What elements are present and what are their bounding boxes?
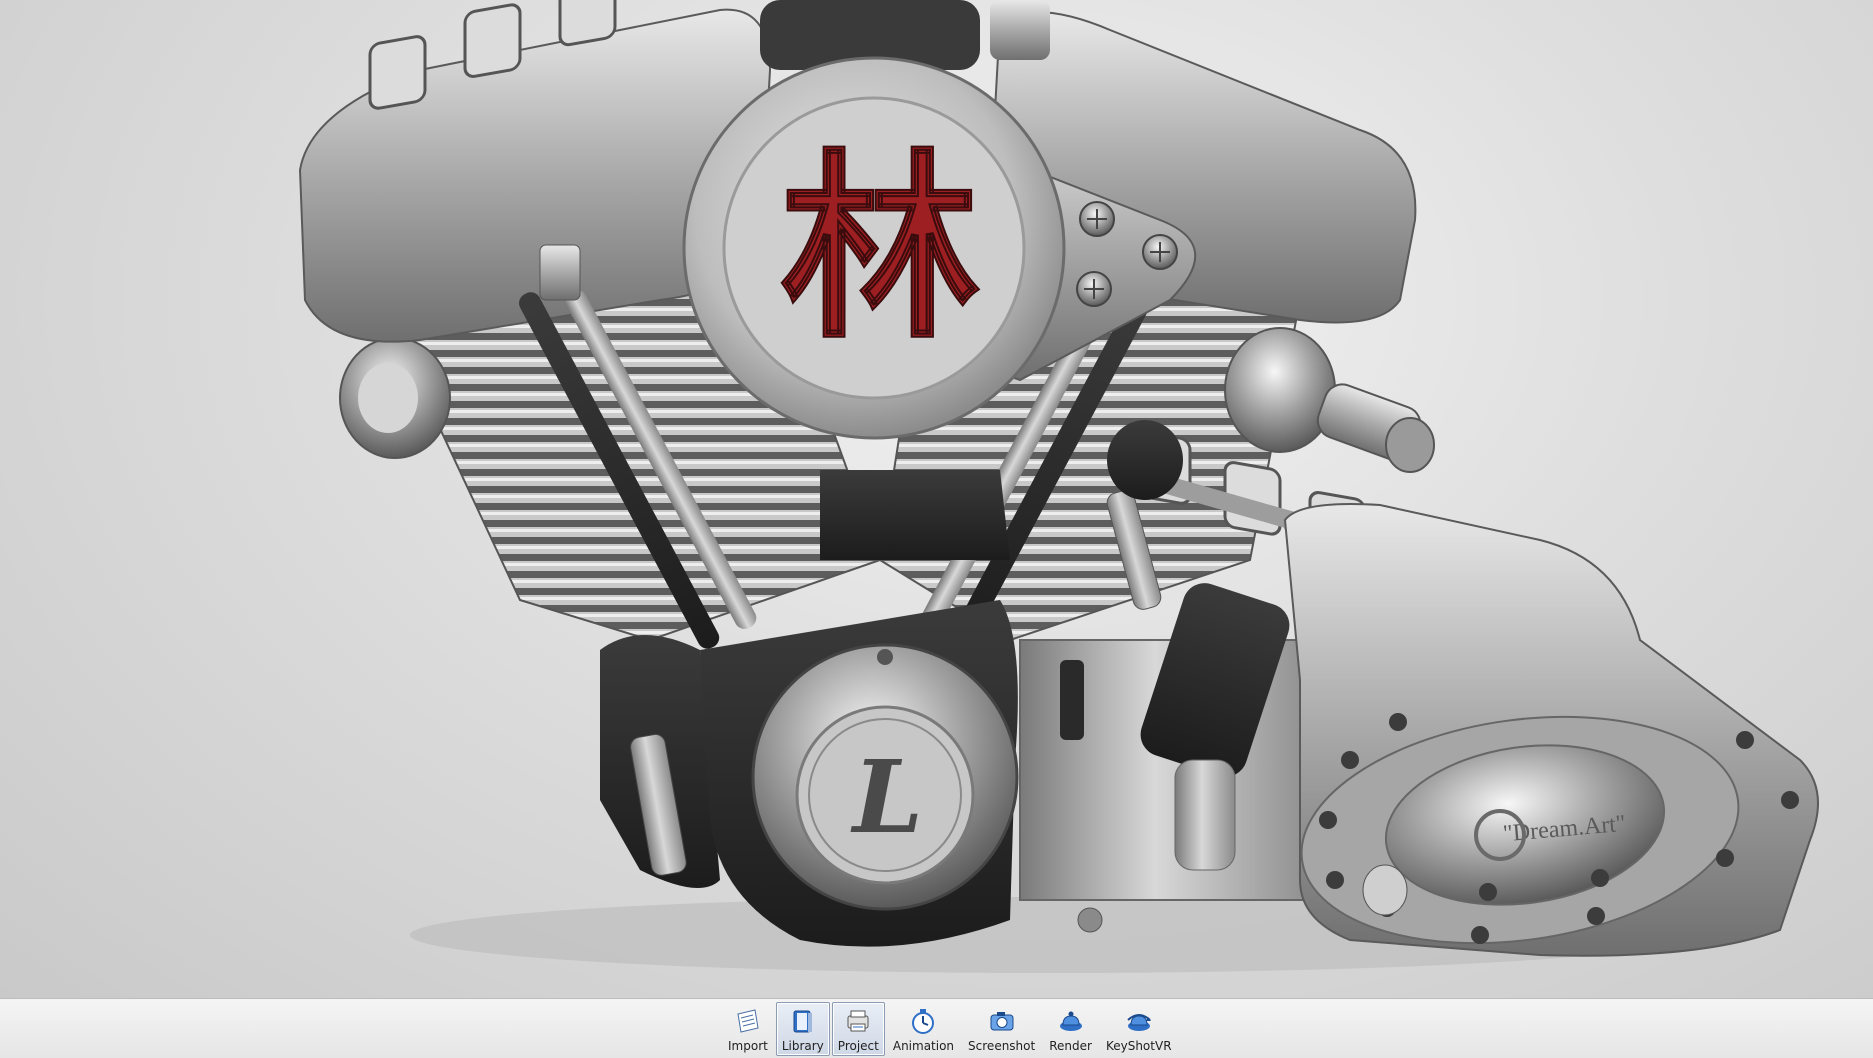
toolbar-button-screenshot[interactable]: Screenshot <box>962 1002 1041 1056</box>
keyshotvr-icon <box>1124 1006 1154 1036</box>
toolbar-button-render[interactable]: Render <box>1043 1002 1098 1056</box>
library-icon <box>788 1006 818 1036</box>
emblem-glyph: 林 <box>780 133 980 366</box>
toolbar-button-project[interactable]: Project <box>831 1002 885 1056</box>
animation-icon <box>908 1006 938 1036</box>
screenshot-icon <box>987 1006 1017 1036</box>
toolbar-button-label: Import <box>728 1039 768 1053</box>
project-icon <box>843 1006 873 1036</box>
toolbar-button-label: Render <box>1049 1039 1092 1053</box>
engine-render: 林 L "Dream.Art" <box>298 0 1819 973</box>
toolbar-button-group: Import Library Project Animation Screenshot R… <box>722 1002 1178 1056</box>
toolbar-button-label: Animation <box>892 1039 955 1053</box>
toolbar-button-label: Library <box>781 1039 824 1053</box>
air-cleaner-cover: 林 <box>682 56 1066 440</box>
toolbar-button-label: Screenshot <box>968 1039 1036 1053</box>
toolbar-button-animation[interactable]: Animation <box>887 1002 960 1056</box>
timer-cover: L <box>751 643 1019 911</box>
transmission-housing: "Dream.Art" <box>1283 503 1819 957</box>
toolbar-button-keyshotvr[interactable]: KeyShotVR <box>1100 1002 1178 1056</box>
import-icon <box>733 1006 763 1036</box>
toolbar-button-library[interactable]: Library <box>775 1002 830 1056</box>
toolbar-button-import[interactable]: Import <box>722 1002 774 1056</box>
render-icon <box>1056 1006 1086 1036</box>
render-viewport[interactable]: 林 L "Dream.Art" <box>0 0 1873 998</box>
monogram-glyph: L <box>850 738 923 856</box>
toolbar-button-label: Project <box>837 1039 879 1053</box>
toolbar-button-label: KeyShotVR <box>1105 1039 1172 1053</box>
bottom-toolbar: Import Library Project Animation Screenshot R… <box>0 998 1873 1058</box>
